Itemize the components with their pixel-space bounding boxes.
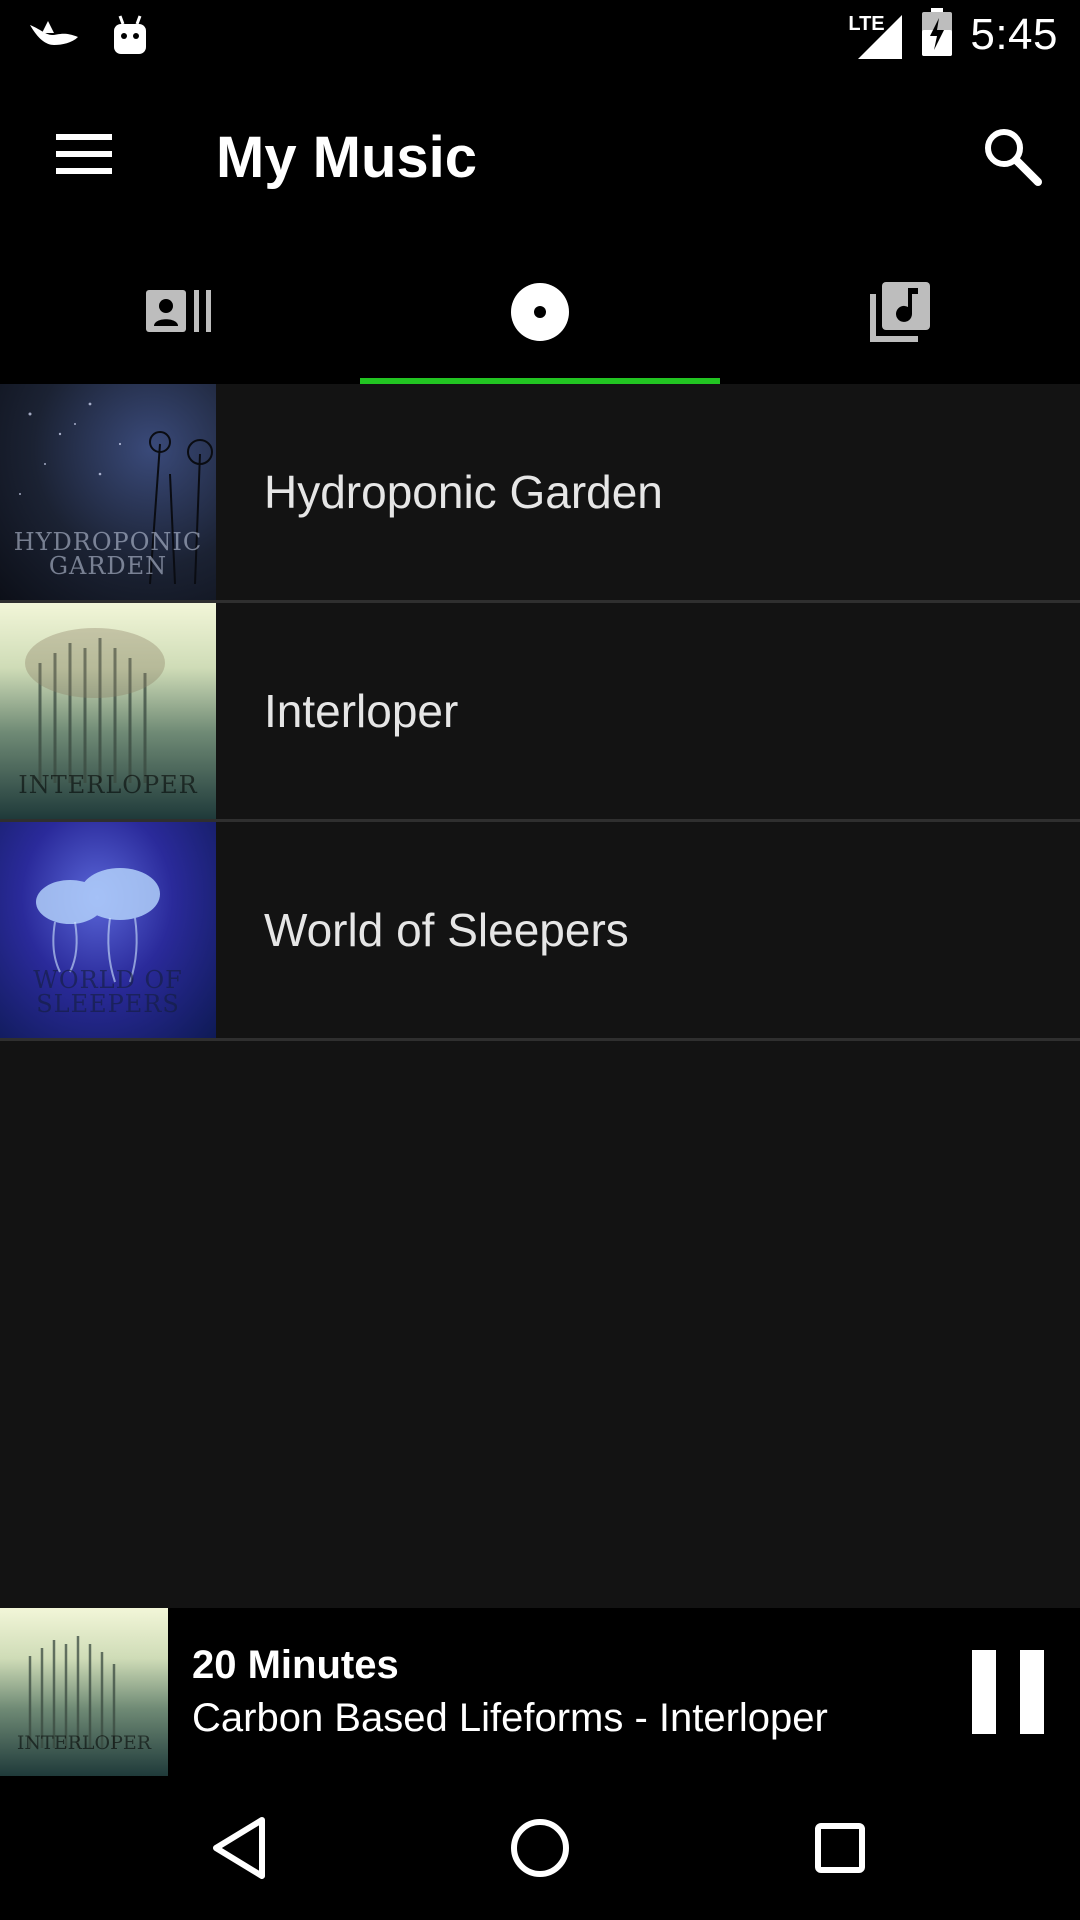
now-playing-title: 20 Minutes bbox=[192, 1643, 399, 1687]
bird-notification-icon bbox=[28, 15, 80, 60]
tab-albums[interactable] bbox=[360, 240, 720, 384]
lte-signal-icon: LTE bbox=[848, 9, 904, 61]
tab-bar bbox=[0, 240, 1080, 384]
pause-button[interactable] bbox=[972, 1650, 1044, 1734]
artists-icon bbox=[146, 290, 211, 332]
album-art-text: INTERLOPER bbox=[18, 771, 198, 799]
home-button[interactable] bbox=[504, 1812, 576, 1884]
back-icon bbox=[213, 1817, 265, 1879]
album-art-text: WORLD OF SLEEPERS bbox=[33, 966, 183, 1018]
status-time: 5:45 bbox=[970, 9, 1058, 59]
album-art: HYDROPONIC GARDEN bbox=[0, 384, 216, 600]
album-item-interloper[interactable]: INTERLOPER Interloper bbox=[0, 603, 1080, 822]
now-playing-subtitle: Carbon Based Lifeforms - Interloper bbox=[192, 1696, 828, 1740]
album-item-world-of-sleepers[interactable]: WORLD OF SLEEPERS World of Sleepers bbox=[0, 822, 1080, 1041]
album-title: World of Sleepers bbox=[264, 904, 629, 956]
app-bar: My Music bbox=[0, 72, 1080, 240]
album-list: HYDROPONIC GARDEN Hydroponic Garden INTE… bbox=[0, 384, 1080, 1608]
android-notification-icon bbox=[110, 14, 150, 61]
now-playing-art-text: INTERLOPER bbox=[16, 1732, 152, 1754]
menu-button[interactable] bbox=[52, 122, 116, 186]
recents-icon bbox=[815, 1823, 865, 1873]
tab-artists[interactable] bbox=[0, 240, 360, 384]
tab-playlists[interactable] bbox=[720, 240, 1080, 384]
search-icon bbox=[985, 129, 1042, 186]
album-art: WORLD OF SLEEPERS bbox=[0, 822, 216, 1038]
now-playing-bar[interactable]: INTERLOPER 20 Minutes Carbon Based Lifef… bbox=[0, 1608, 1080, 1776]
page-title: My Music bbox=[216, 125, 478, 190]
system-nav-bar bbox=[0, 1776, 1080, 1920]
menu-icon bbox=[56, 134, 112, 174]
battery-charging-icon bbox=[922, 8, 953, 61]
album-icon bbox=[511, 283, 569, 341]
search-button[interactable] bbox=[980, 124, 1044, 188]
album-title: Hydroponic Garden bbox=[264, 466, 663, 518]
album-art-text: HYDROPONIC GARDEN bbox=[13, 528, 203, 580]
home-icon bbox=[511, 1819, 569, 1877]
status-bar: LTE 5:45 bbox=[0, 0, 1080, 72]
pause-icon bbox=[972, 1650, 1044, 1734]
now-playing-art: INTERLOPER bbox=[0, 1608, 168, 1776]
playlist-icon bbox=[870, 282, 930, 342]
back-button[interactable] bbox=[204, 1812, 276, 1884]
album-art: INTERLOPER bbox=[0, 603, 216, 819]
album-item-hydroponic-garden[interactable]: HYDROPONIC GARDEN Hydroponic Garden bbox=[0, 384, 1080, 603]
album-title: Interloper bbox=[264, 685, 459, 737]
recents-button[interactable] bbox=[804, 1812, 876, 1884]
